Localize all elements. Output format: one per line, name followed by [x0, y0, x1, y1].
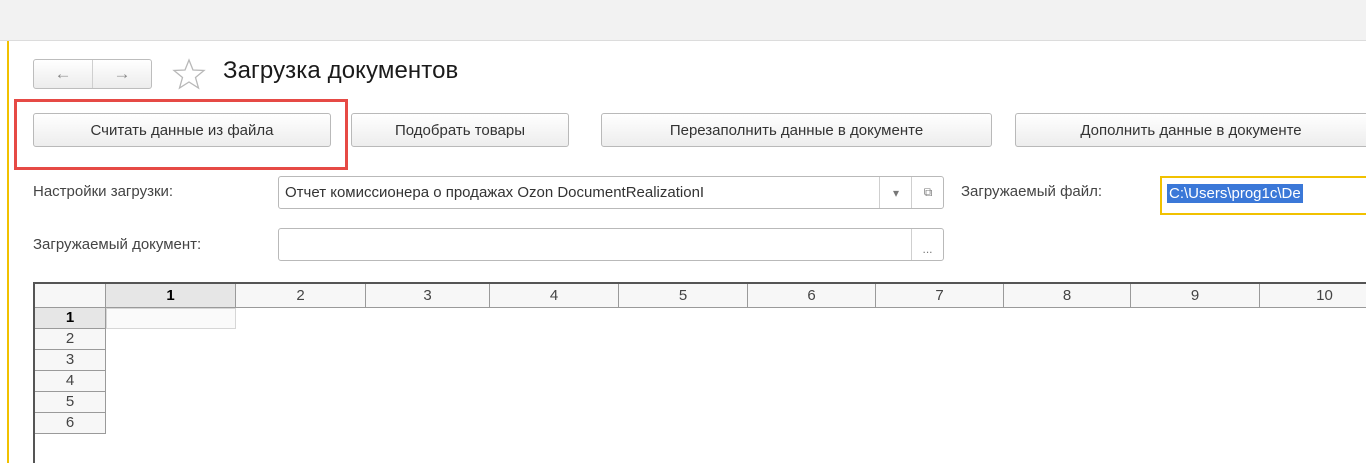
column-header[interactable]: 5: [619, 284, 748, 308]
top-bar: [0, 0, 1366, 41]
arrow-right-icon: →: [113, 64, 131, 83]
column-header[interactable]: 1: [106, 284, 236, 308]
document-label: Загружаемый документ:: [33, 236, 202, 253]
settings-label: Настройки загрузки:: [33, 183, 174, 200]
row-header[interactable]: 3: [35, 350, 106, 371]
column-header[interactable]: 9: [1131, 284, 1260, 308]
column-header[interactable]: 2: [236, 284, 366, 308]
settings-select[interactable]: Отчет комиссионера о продажах Ozon Docum…: [278, 176, 944, 209]
page-title: Загрузка документов: [223, 57, 459, 84]
column-header[interactable]: 10: [1260, 284, 1366, 308]
document-select-button[interactable]: ...: [911, 229, 943, 260]
highlight-frame: [14, 99, 348, 170]
spreadsheet[interactable]: 1 2 3 4 5 6 7 8 9 10 1 2 3 4 5 6: [33, 282, 1366, 463]
append-document-button[interactable]: Дополнить данные в документе: [1015, 113, 1366, 147]
document-input[interactable]: ...: [278, 228, 944, 261]
settings-dropdown-button[interactable]: ▾: [879, 177, 912, 208]
row-header[interactable]: 6: [35, 413, 106, 434]
column-header[interactable]: 7: [876, 284, 1004, 308]
refill-document-button[interactable]: Перезаполнить данные в документе: [601, 113, 992, 147]
column-header[interactable]: 8: [1004, 284, 1131, 308]
file-path-value: C:\Users\prog1c\De: [1167, 184, 1303, 203]
open-window-icon: ⧉: [923, 185, 933, 199]
star-outline-icon: [172, 58, 206, 90]
sheet-corner: [35, 284, 106, 308]
row-header[interactable]: 4: [35, 371, 106, 392]
row-header[interactable]: 2: [35, 329, 106, 350]
ellipsis-icon: ...: [922, 242, 933, 256]
arrow-left-icon: ←: [54, 64, 72, 83]
row-header[interactable]: 1: [35, 308, 106, 329]
back-button[interactable]: ←: [34, 60, 92, 88]
favorite-button[interactable]: [172, 58, 206, 90]
navigation-buttons: ← →: [33, 59, 152, 89]
settings-value: Отчет комиссионера о продажах Ozon Docum…: [285, 184, 705, 201]
column-header[interactable]: 6: [748, 284, 876, 308]
row-header[interactable]: 5: [35, 392, 106, 413]
settings-open-button[interactable]: ⧉: [911, 177, 944, 208]
form-accent-line: [7, 41, 9, 463]
file-input[interactable]: C:\Users\prog1c\De: [1160, 176, 1366, 215]
column-header[interactable]: 3: [366, 284, 490, 308]
select-goods-button[interactable]: Подобрать товары: [351, 113, 569, 147]
chevron-down-icon: ▾: [892, 185, 900, 200]
forward-button[interactable]: →: [92, 60, 151, 88]
active-cell[interactable]: [106, 308, 236, 329]
column-header[interactable]: 4: [490, 284, 619, 308]
file-label: Загружаемый файл:: [961, 183, 1103, 200]
